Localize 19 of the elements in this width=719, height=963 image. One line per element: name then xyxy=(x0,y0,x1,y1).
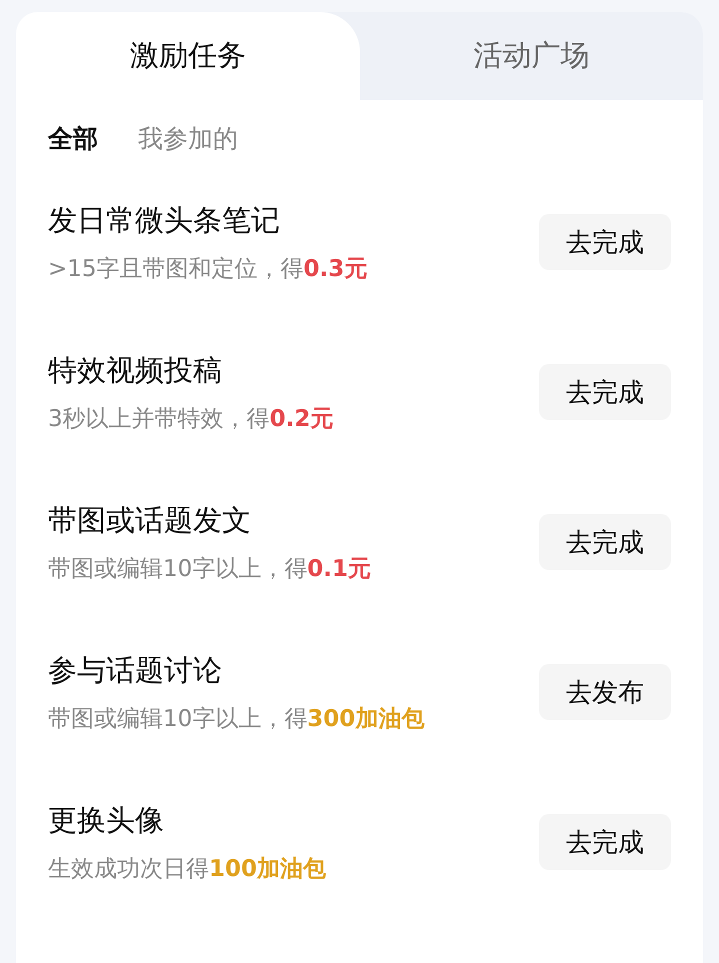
filter-tab[interactable]: 我参加的 xyxy=(138,122,238,155)
tab[interactable]: 活动广场 xyxy=(360,12,703,100)
task-title: 更换头像 xyxy=(48,802,165,838)
task-title: 发日常微头条笔记 xyxy=(48,202,281,238)
task-title: 特效视频投稿 xyxy=(48,352,223,388)
task-description: >15字且带图和定位，得0.3元 xyxy=(48,254,368,284)
task-title: 参与话题讨论 xyxy=(48,652,223,688)
task-description: 3秒以上并带特效，得0.2元 xyxy=(48,404,334,434)
task-title: 带图或话题发文 xyxy=(48,502,252,538)
task-description: 带图或编辑10字以上，得0.1元 xyxy=(48,554,372,584)
task-action-button[interactable]: 去完成 xyxy=(539,214,671,270)
task-action-button[interactable]: 去完成 xyxy=(539,364,671,420)
filter-tab[interactable]: 全部 xyxy=(48,122,98,155)
tab[interactable]: 激励任务 xyxy=(16,12,360,100)
task-action-button[interactable]: 去发布 xyxy=(539,664,671,720)
task-action-button[interactable]: 去完成 xyxy=(539,814,671,870)
task-description: 带图或编辑10字以上，得300加油包 xyxy=(48,704,424,734)
task-action-button[interactable]: 去完成 xyxy=(539,514,671,570)
task-description: 生效成功次日得100加油包 xyxy=(48,854,326,884)
